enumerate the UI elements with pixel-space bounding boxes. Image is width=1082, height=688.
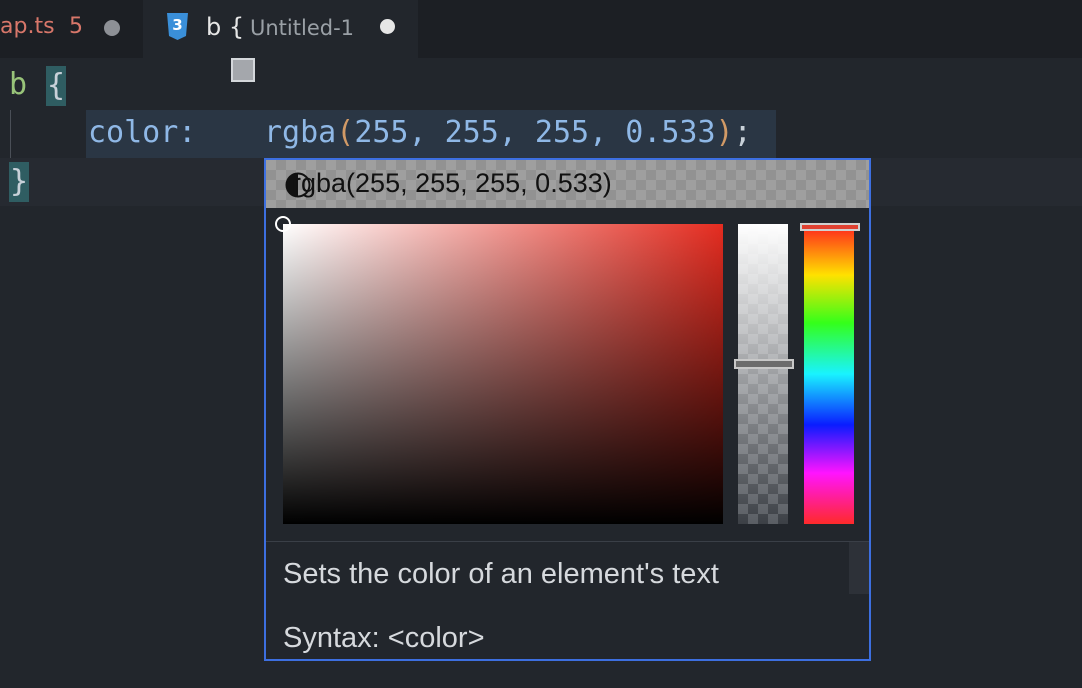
close-paren: ) [715,115,734,150]
open-paren: ( [336,115,355,150]
saturation-handle[interactable] [275,216,291,232]
color-picker-widget: rgba(255, 255, 255, 0.533) Sets the colo… [264,158,871,661]
tab-bar: ap.ts 5 3 b { Untitled-1 [0,0,1082,62]
hue-slider[interactable] [800,223,860,524]
opacity-slider[interactable] [734,224,794,524]
css-property: color: [88,115,197,150]
opacity-handle[interactable] [734,359,794,369]
color-swatch[interactable] [231,58,255,82]
rgba-function: rgba [264,115,337,150]
css3-icon: 3 [167,13,188,40]
scrollbar-thumb[interactable] [849,542,869,594]
tab-untitled-1[interactable]: 3 b { Untitled-1 [143,0,418,62]
hover-description: Sets the color of an element's text [283,558,719,590]
problem-count-badge: 5 [69,14,83,39]
divider [266,541,869,542]
code-line-2: color: rgba(255, 255, 255, 0.533); [0,110,1082,158]
opacity-gradient [738,224,788,524]
color-value-header[interactable]: rgba(255, 255, 255, 0.533) [266,160,869,208]
semicolon: ; [733,115,752,150]
tab-label: ap.ts [0,14,55,39]
close-brace: } [9,162,29,202]
unsaved-dot-icon[interactable] [104,20,120,36]
unsaved-dot-icon[interactable] [380,19,395,34]
tab-description: Untitled-1 [250,16,355,40]
saturation-brightness-box[interactable] [275,216,723,524]
rgba-args: 255, 255, 255, 0.533 [354,115,716,150]
css-value: rgba(255, 255, 255, 0.533); [264,110,752,156]
tab-ap-ts[interactable]: ap.ts 5 [0,0,143,58]
css-selector: b [9,67,28,102]
hover-syntax: Syntax: <color> [283,622,485,654]
color-value-text: rgba(255, 255, 255, 0.533) [292,168,612,198]
open-brace: { [46,66,66,106]
svg-text:3: 3 [172,16,182,34]
tab-label: b { [206,13,245,41]
hue-handle[interactable] [800,223,860,231]
code-line-1: b { [0,62,72,110]
